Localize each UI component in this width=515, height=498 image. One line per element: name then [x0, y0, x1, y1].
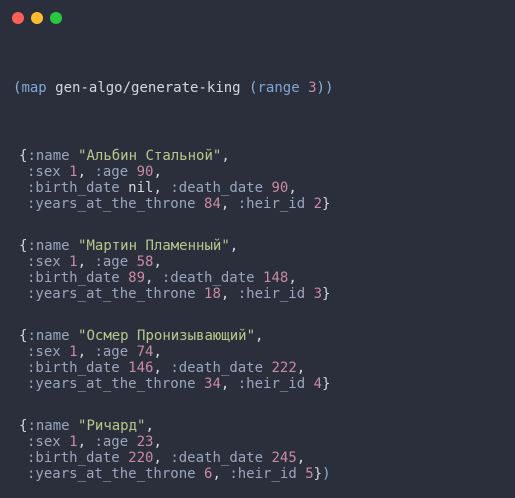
record-map: {:name "Альбин Стальной",:sex 1, :age 90… — [19, 148, 331, 212]
key-name: :name — [27, 148, 70, 164]
code-expression: (map gen-algo/generate-king (range 3)) — [13, 80, 334, 96]
key-heir-id: :heir_id — [237, 376, 306, 392]
key-years-at-the-throne: :years_at_the_throne — [27, 286, 196, 302]
value-years-at-the-throne: 34 — [204, 376, 221, 392]
key-death-date: :death_date — [161, 270, 255, 286]
value-death-date: 148 — [263, 270, 289, 286]
value-years-at-the-throne: 84 — [204, 196, 221, 212]
key-name: :name — [27, 328, 70, 344]
value-sex: 1 — [69, 254, 78, 270]
key-death-date: :death_date — [170, 450, 264, 466]
key-sex: :sex — [27, 254, 61, 270]
value-death-date: 222 — [271, 360, 297, 376]
key-birth-date: :birth_date — [27, 270, 120, 286]
value-heir-id: 2 — [313, 196, 323, 212]
key-name: :name — [27, 418, 70, 434]
key-name: :name — [27, 238, 70, 254]
value-sex: 1 — [69, 344, 78, 360]
value-heir-id: 3 — [313, 286, 323, 302]
key-birth-date: :birth_date — [27, 360, 120, 376]
key-heir-id: :heir_id — [237, 196, 306, 212]
record-map: {:name "Осмер Пронизывающий",:sex 1, :ag… — [19, 328, 331, 392]
value-death-date: 245 — [271, 450, 297, 466]
value-age: 90 — [136, 164, 154, 180]
key-death-date: :death_date — [170, 360, 264, 376]
value-name: "Альбин Стальной" — [78, 148, 222, 164]
key-sex: :sex — [27, 344, 61, 360]
value-years-at-the-throne: 6 — [204, 466, 213, 482]
inner-function-name: range — [257, 80, 300, 96]
code-output: (map gen-algo/generate-king (range 3)) {… — [13, 48, 333, 498]
value-birth-date: 220 — [128, 450, 154, 466]
value-name: "Осмер Пронизывающий" — [78, 328, 256, 344]
inner-argument: 3 — [308, 80, 317, 96]
value-name: "Мартин Пламенный" — [78, 238, 230, 254]
key-sex: :sex — [27, 164, 61, 180]
record-map: {:name "Ричард",:sex 1, :age 23,:birth_d… — [19, 418, 331, 482]
value-death-date: 90 — [271, 180, 289, 196]
value-heir-id: 4 — [313, 376, 323, 392]
key-age: :age — [94, 164, 129, 180]
value-birth-date: 146 — [128, 360, 154, 376]
key-death-date: :death_date — [170, 180, 264, 196]
result-records: {:name "Альбин Стальной",:sex 1, :age 90… — [13, 148, 333, 482]
value-name: "Ричард" — [78, 418, 146, 434]
key-heir-id: :heir_id — [237, 286, 306, 302]
value-birth-date: 89 — [128, 270, 146, 286]
value-heir-id: 5 — [305, 466, 314, 482]
maximize-button[interactable] — [50, 12, 62, 24]
key-years-at-the-throne: :years_at_the_throne — [27, 196, 196, 212]
value-age: 58 — [136, 254, 154, 270]
value-years-at-the-throne: 18 — [204, 286, 221, 302]
key-age: :age — [94, 254, 129, 270]
key-heir-id: :heir_id — [229, 466, 297, 482]
key-years-at-the-throne: :years_at_the_throne — [27, 376, 196, 392]
key-years-at-the-throne: :years_at_the_throne — [27, 466, 196, 482]
window-controls — [12, 12, 62, 24]
value-age: 23 — [136, 434, 154, 450]
key-age: :age — [94, 434, 129, 450]
value-sex: 1 — [69, 164, 78, 180]
record-map: {:name "Мартин Пламенный",:sex 1, :age 5… — [19, 238, 331, 302]
function-name: map — [21, 80, 47, 96]
key-birth-date: :birth_date — [27, 450, 120, 466]
minimize-button[interactable] — [31, 12, 43, 24]
value-sex: 1 — [69, 434, 78, 450]
value-birth-date: nil — [128, 180, 154, 196]
value-age: 74 — [136, 344, 154, 360]
key-age: :age — [94, 344, 129, 360]
function-argument: gen-algo/generate-king — [55, 80, 241, 96]
close-button[interactable] — [12, 12, 24, 24]
key-birth-date: :birth_date — [27, 180, 120, 196]
key-sex: :sex — [27, 434, 61, 450]
